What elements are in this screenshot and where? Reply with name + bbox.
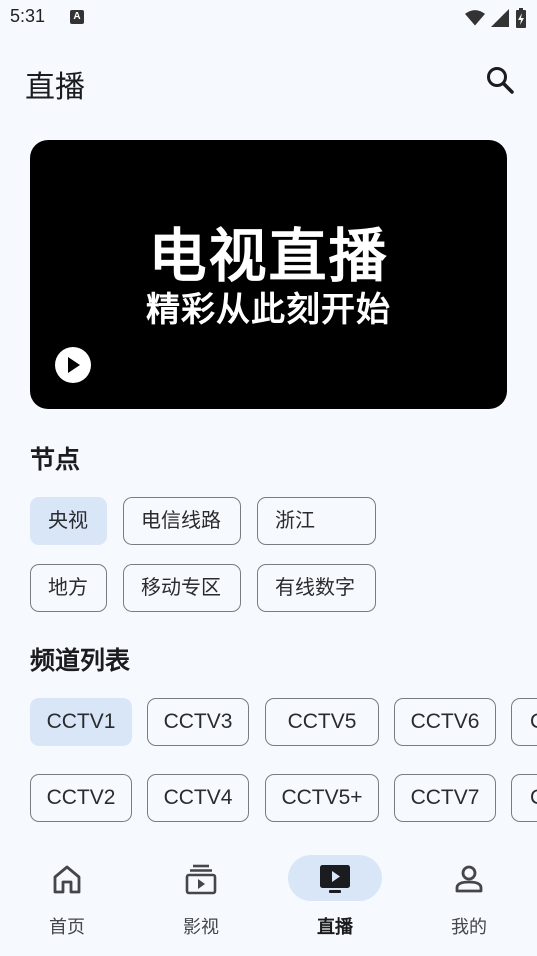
nav-item-live[interactable]: 直播 <box>268 845 402 956</box>
channel-chip-cctv1[interactable]: CCTV1 <box>30 698 132 746</box>
banner-subtitle: 精彩从此刻开始 <box>146 290 391 330</box>
status-bar: 5:31 A <box>0 0 537 36</box>
battery-icon <box>516 8 526 28</box>
wifi-icon <box>465 10 485 26</box>
nav-item-video[interactable]: 影视 <box>134 845 268 956</box>
nav-item-home[interactable]: 首页 <box>0 845 134 956</box>
search-icon <box>487 67 514 94</box>
nav-label-video: 影视 <box>183 917 219 938</box>
nav-item-mine[interactable]: 我的 <box>402 845 536 956</box>
status-icons <box>465 8 527 28</box>
play-icon <box>68 357 80 373</box>
channel-chip-cctv7[interactable]: CCTV7 <box>394 774 496 822</box>
channel-chip-cctv5[interactable]: CCTV5 <box>265 698 379 746</box>
home-icon <box>53 865 81 894</box>
node-chip-zhejiang[interactable]: 浙江 <box>257 497 376 545</box>
status-time: 5:31 <box>10 6 46 26</box>
nav-label-home: 首页 <box>49 917 85 938</box>
nav-label-mine: 我的 <box>451 917 487 938</box>
node-chip-mobile[interactable]: 移动专区 <box>123 564 241 612</box>
channel-chip-cctv2[interactable]: CCTV2 <box>30 774 132 822</box>
channel-chip-cctv4[interactable]: CCTV4 <box>147 774 249 822</box>
notification-a-icon: A <box>70 10 84 24</box>
channel-chip-cctv3[interactable]: CCTV3 <box>147 698 249 746</box>
video-library-icon <box>185 864 217 895</box>
signal-icon <box>491 9 509 27</box>
search-button[interactable] <box>484 64 518 98</box>
channels-section-title: 频道列表 <box>30 646 131 675</box>
nav-label-live: 直播 <box>317 917 353 938</box>
person-icon <box>455 865 483 893</box>
channel-chip-partial[interactable]: C <box>511 698 537 746</box>
play-button[interactable] <box>55 347 91 383</box>
live-banner[interactable]: 电视直播 精彩从此刻开始 <box>30 140 507 409</box>
channel-chip-cctv5plus[interactable]: CCTV5+ <box>265 774 379 822</box>
page-title: 直播 <box>25 70 85 105</box>
node-chip-cctv[interactable]: 央视 <box>30 497 107 545</box>
live-tv-icon <box>320 865 350 893</box>
node-chip-telecom[interactable]: 电信线路 <box>123 497 241 545</box>
node-chip-cable-digital[interactable]: 有线数字 <box>257 564 376 612</box>
node-chip-local[interactable]: 地方 <box>30 564 107 612</box>
channel-chip-cctv6[interactable]: CCTV6 <box>394 698 496 746</box>
nodes-section-title: 节点 <box>30 445 81 474</box>
bottom-navigation: 首页 影视 直播 我的 <box>0 845 537 956</box>
banner-title: 电视直播 <box>148 222 389 290</box>
channel-chip-partial-2[interactable]: C <box>511 774 537 822</box>
